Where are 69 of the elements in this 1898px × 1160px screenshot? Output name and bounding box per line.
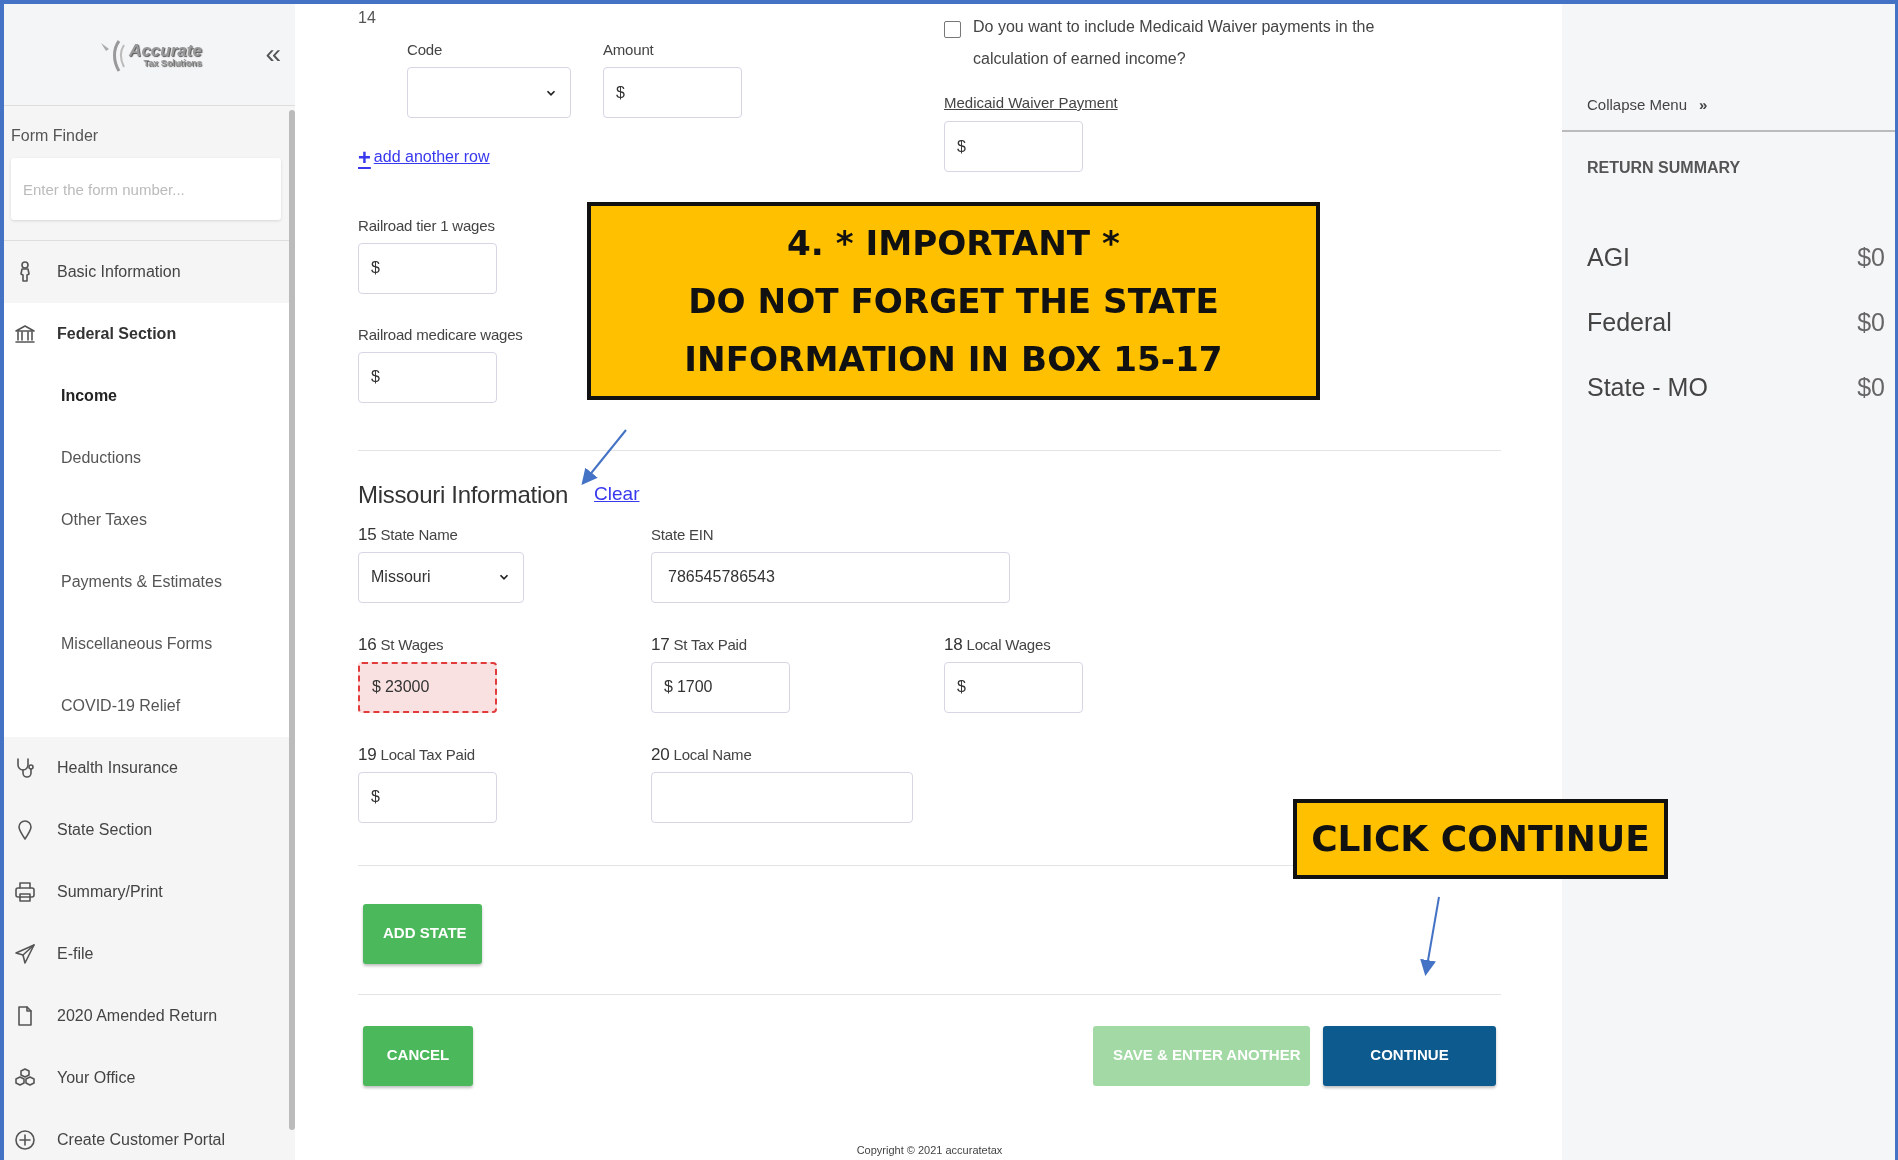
scrollbar[interactable] <box>289 110 295 1130</box>
sidebar-subitem[interactable]: Miscellaneous Forms <box>4 613 289 675</box>
field-label: Code <box>407 40 444 60</box>
bank-icon <box>13 322 37 346</box>
money-field[interactable]: $ <box>358 771 497 823</box>
field-label: 18 Local Wages <box>944 634 1052 655</box>
field-label: Medicaid Waiver Payment <box>944 93 1118 113</box>
callout-text: DO NOT FORGET THE STATE <box>687 280 1220 323</box>
continue-button[interactable]: CONTINUE <box>1323 1025 1496 1086</box>
clear-link[interactable]: Clear <box>594 480 640 509</box>
callout-text: INFORMATION IN BOX 15-17 <box>683 338 1224 381</box>
arrow <box>581 429 627 486</box>
summary-label: State - MO <box>1587 371 1708 403</box>
field-label: 16 St Wages <box>358 634 445 655</box>
sidebar-subitem[interactable]: Other Taxes <box>4 489 289 551</box>
sidebar-item[interactable]: Your Office <box>4 1047 287 1109</box>
field-label: Railroad medicare wages <box>358 324 524 345</box>
amount-field[interactable]: $ <box>603 67 742 118</box>
plus-circle-icon <box>13 1128 37 1152</box>
form-finder-field[interactable]: Enter the form number... <box>11 158 281 220</box>
checkbox[interactable] <box>944 21 961 38</box>
field-label: 17 St Tax Paid <box>651 634 748 655</box>
field-label: State EIN <box>651 524 715 545</box>
sidebar-item[interactable]: Summary/Print <box>4 861 287 923</box>
sidebar-item[interactable]: E-file <box>4 923 287 985</box>
money-field[interactable]: $ 1700 <box>651 661 790 713</box>
section-title: Missouri Information <box>358 479 569 510</box>
field-label: Railroad tier 1 wages <box>358 215 496 236</box>
sidebar-item[interactable]: Create Customer Portal <box>4 1109 287 1160</box>
sidebar-subitem[interactable]: Income <box>4 365 289 427</box>
state-select[interactable]: Missouri <box>358 551 524 603</box>
box-number: 14 <box>358 8 377 28</box>
summary-title: RETURN SUMMARY <box>1587 158 1742 178</box>
money-field[interactable]: $ <box>944 121 1083 172</box>
sidebar-item[interactable]: 2020 Amended Return <box>4 985 287 1047</box>
copyright-text: Copyright © 2021 accuratetax <box>855 1142 1004 1158</box>
money-field[interactable]: $ <box>944 661 1083 713</box>
summary-value: $0 <box>1857 241 1885 273</box>
logo: Accurate Tax Solutions <box>97 36 202 73</box>
sidebar-item[interactable]: Federal Section <box>4 303 287 365</box>
collapse-menu-link[interactable]: Collapse Menu » <box>1587 93 1708 116</box>
checkbox-label: Do you want to include Medicaid Waiver payments in the calculation of earned income? <box>973 17 1376 69</box>
field-label: Amount <box>603 40 655 60</box>
sidebar-subitem[interactable]: Payments & Estimates <box>4 551 289 613</box>
money-field[interactable]: $ <box>358 351 497 403</box>
add-row-link[interactable]: +add another row <box>358 146 490 168</box>
sidebar-item[interactable]: State Section <box>4 799 287 861</box>
money-field[interactable]: $ 23000 <box>358 661 497 713</box>
field-label: 20 Local Name <box>651 744 753 765</box>
summary-label: Federal <box>1587 306 1672 338</box>
callout-text: CLICK CONTINUE <box>1310 817 1651 861</box>
summary-value: $0 <box>1857 371 1885 403</box>
callout-text: 4. * IMPORTANT * <box>786 222 1121 265</box>
sidebar-subitem[interactable]: Deductions <box>4 427 289 489</box>
summary-label: AGI <box>1587 241 1631 273</box>
sidebar-item[interactable]: Basic Information <box>4 241 287 303</box>
text-field[interactable] <box>651 771 913 823</box>
text-field[interactable]: 786545786543 <box>651 551 1010 603</box>
summary-value: $0 <box>1857 306 1885 338</box>
field-label: 19 Local Tax Paid <box>358 744 476 765</box>
printer-icon <box>13 880 37 904</box>
money-field[interactable]: $ <box>358 242 497 294</box>
code-select[interactable] <box>407 67 571 118</box>
sidebar-subitem[interactable]: COVID-19 Relief <box>4 675 289 737</box>
collapse-sidebar-button[interactable]: « <box>265 40 281 68</box>
paper-plane-icon <box>13 942 37 966</box>
form-finder-label: Form Finder <box>11 126 100 146</box>
sidebar-item[interactable]: Health Insurance <box>4 737 287 799</box>
field-label: 15 State Name <box>358 524 459 545</box>
